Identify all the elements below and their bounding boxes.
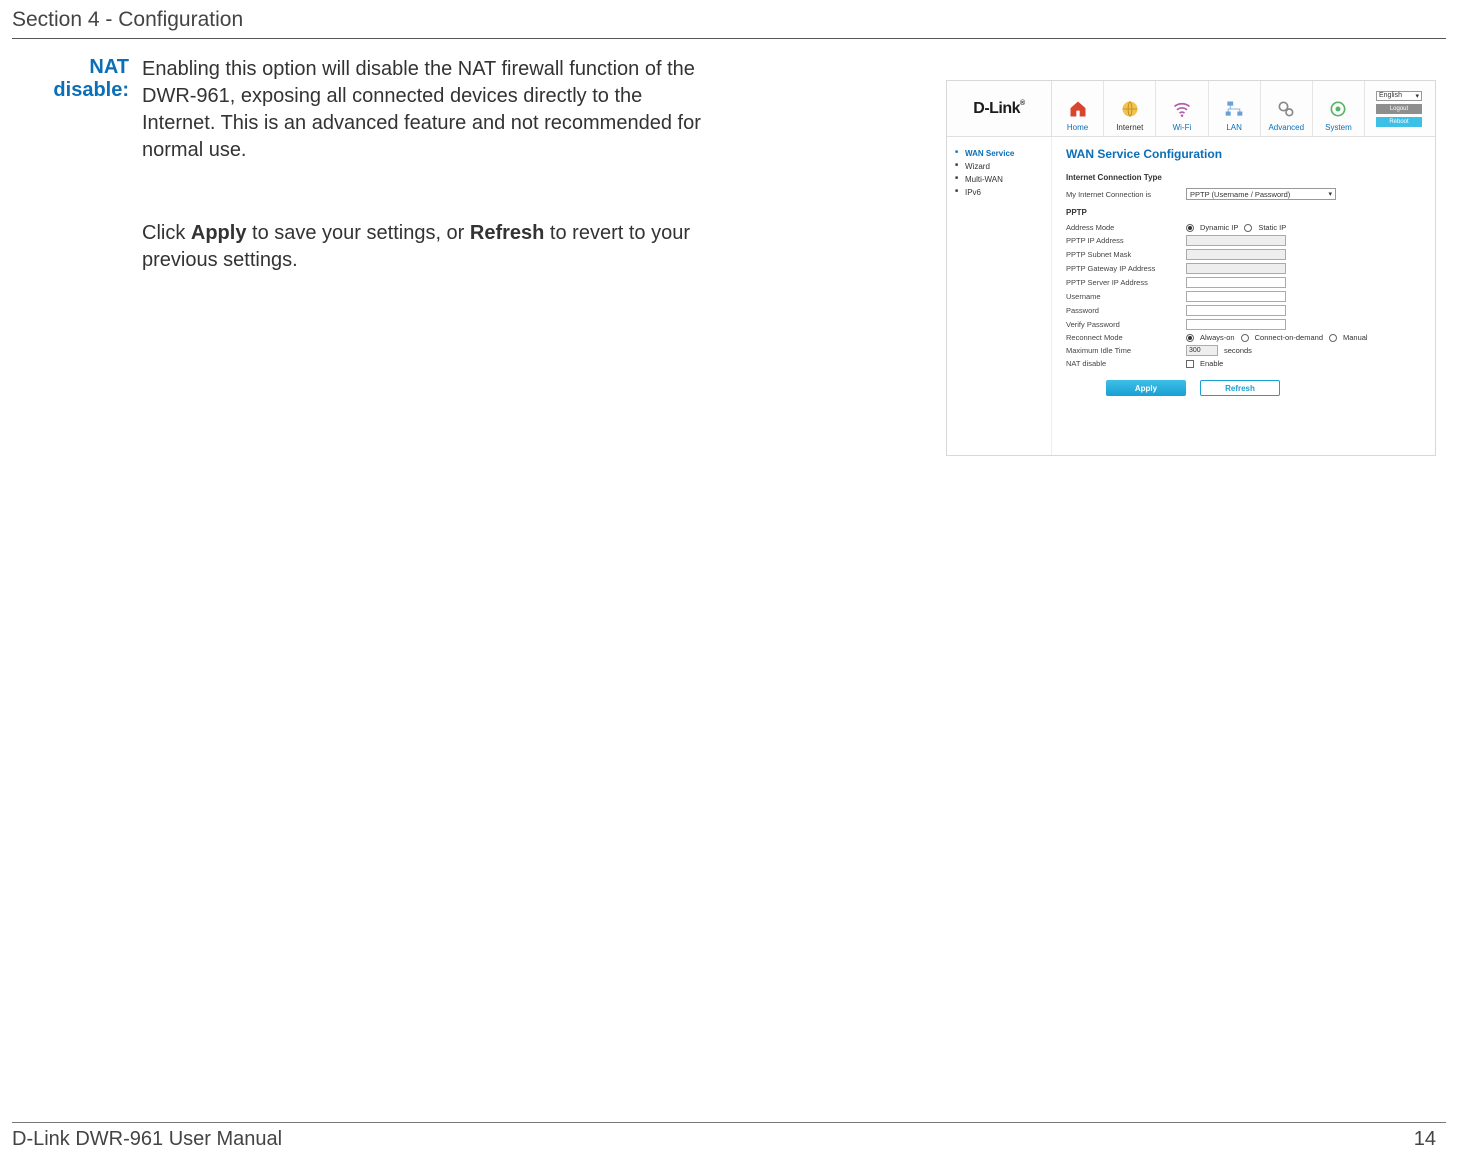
input-pptp-ip[interactable] [1186, 235, 1286, 246]
label-address-mode: Address Mode [1066, 223, 1186, 232]
sidebar: WAN Service Wizard Multi-WAN IPv6 [947, 137, 1052, 455]
nav-label: Internet [1116, 123, 1143, 132]
label-dynamic-ip: Dynamic IP [1200, 223, 1238, 232]
radio-dynamic-ip[interactable] [1186, 224, 1194, 232]
input-max-idle[interactable]: 300 [1186, 345, 1218, 356]
radio-manual[interactable] [1329, 334, 1337, 342]
router-ui-screenshot: D-Link® Home Internet Wi-Fi LAN Advanced [946, 80, 1436, 456]
logout-button[interactable]: Logout [1376, 104, 1422, 114]
field-desc-nat-disable: Enabling this option will disable the NA… [142, 56, 720, 164]
input-pptp-server[interactable] [1186, 277, 1286, 288]
sidebar-item-ipv6[interactable]: IPv6 [955, 186, 1043, 199]
input-password[interactable] [1186, 305, 1286, 316]
main-panel: WAN Service Configuration Internet Conne… [1052, 137, 1435, 455]
footer-manual-title: D-Link DWR-961 User Manual [12, 1128, 282, 1151]
text-fragment: to save your settings, or [246, 222, 469, 244]
language-value: English [1379, 92, 1402, 99]
connection-type-value: PPTP (Username / Password) [1190, 190, 1290, 199]
label-reconnect-mode: Reconnect Mode [1066, 333, 1186, 342]
connection-type-select[interactable]: PPTP (Username / Password) ▾ [1186, 188, 1336, 200]
checkbox-nat-disable[interactable] [1186, 360, 1194, 368]
radio-static-ip[interactable] [1244, 224, 1252, 232]
nav-home[interactable]: Home [1052, 81, 1104, 136]
nav-lan[interactable]: LAN [1209, 81, 1261, 136]
section-pptp: PPTP [1066, 208, 1421, 217]
label-static-ip: Static IP [1258, 223, 1286, 232]
bold-refresh: Refresh [470, 222, 544, 244]
nav-label: LAN [1226, 123, 1242, 132]
label-nat-disable: NAT disable [1066, 359, 1186, 368]
section-header: Section 4 - Configuration [12, 8, 243, 32]
nav-label: System [1325, 123, 1352, 132]
label-seconds: seconds [1224, 346, 1252, 355]
label-my-internet-connection: My Internet Connection is [1066, 190, 1186, 199]
wifi-icon [1171, 98, 1193, 120]
brand-logo: D-Link® [947, 81, 1052, 136]
home-icon [1067, 98, 1089, 120]
nav-label: Advanced [1268, 123, 1304, 132]
gears-icon [1275, 98, 1297, 120]
label-enable: Enable [1200, 359, 1223, 368]
apply-refresh-paragraph: Click Apply to save your settings, or Re… [142, 220, 720, 274]
reboot-button[interactable]: Reboot [1376, 117, 1422, 127]
shot-body: WAN Service Wizard Multi-WAN IPv6 WAN Se… [947, 137, 1435, 455]
input-pptp-subnet[interactable] [1186, 249, 1286, 260]
input-verify-password[interactable] [1186, 319, 1286, 330]
page-title: WAN Service Configuration [1066, 147, 1421, 161]
bold-apply: Apply [191, 222, 247, 244]
section-internet-conn-type: Internet Connection Type [1066, 173, 1421, 182]
apply-button[interactable]: Apply [1106, 380, 1186, 396]
button-row: Apply Refresh [1066, 380, 1421, 396]
input-pptp-gateway[interactable] [1186, 263, 1286, 274]
label-pptp-gateway: PPTP Gateway IP Address [1066, 264, 1186, 273]
main-nav: Home Internet Wi-Fi LAN Advanced System [1052, 81, 1365, 136]
system-icon [1327, 98, 1349, 120]
dlink-logo-text: D-Link® [973, 100, 1024, 118]
nav-advanced[interactable]: Advanced [1261, 81, 1313, 136]
sidebar-item-wizard[interactable]: Wizard [955, 160, 1043, 173]
footer-page-number: 14 [1414, 1128, 1436, 1151]
label-always-on: Always-on [1200, 333, 1235, 342]
label-verify-password: Verify Password [1066, 320, 1186, 329]
language-select[interactable]: English ▾ [1376, 91, 1422, 101]
top-bar: D-Link® Home Internet Wi-Fi LAN Advanced [947, 81, 1435, 137]
label-pptp-subnet: PPTP Subnet Mask [1066, 250, 1186, 259]
chevron-down-icon: ▾ [1415, 92, 1419, 100]
nav-wifi[interactable]: Wi-Fi [1156, 81, 1208, 136]
chevron-down-icon: ▾ [1328, 190, 1332, 198]
label-connect-on-demand: Connect-on-demand [1255, 333, 1323, 342]
label-pptp-server: PPTP Server IP Address [1066, 278, 1186, 287]
input-username[interactable] [1186, 291, 1286, 302]
nav-label: Home [1067, 123, 1088, 132]
nav-system[interactable]: System [1313, 81, 1365, 136]
label-manual: Manual [1343, 333, 1368, 342]
label-pptp-ip: PPTP IP Address [1066, 236, 1186, 245]
doc-body: NAT disable: Enabling this option will d… [20, 56, 720, 274]
lang-and-actions: English ▾ Logout Reboot [1365, 81, 1435, 136]
label-username: Username [1066, 292, 1186, 301]
globe-icon [1119, 98, 1141, 120]
nav-internet[interactable]: Internet [1104, 81, 1156, 136]
label-max-idle: Maximum Idle Time [1066, 346, 1186, 355]
field-label-nat-disable: NAT disable: [20, 56, 135, 102]
sidebar-item-multi-wan[interactable]: Multi-WAN [955, 173, 1043, 186]
radio-connect-on-demand[interactable] [1241, 334, 1249, 342]
radio-always-on[interactable] [1186, 334, 1194, 342]
header-rule [12, 38, 1446, 39]
text-fragment: Click [142, 222, 191, 244]
footer-rule [12, 1122, 1446, 1123]
label-password: Password [1066, 306, 1186, 315]
refresh-button[interactable]: Refresh [1200, 380, 1280, 396]
nav-label: Wi-Fi [1173, 123, 1192, 132]
sidebar-item-wan-service[interactable]: WAN Service [955, 147, 1043, 160]
lan-icon [1223, 98, 1245, 120]
